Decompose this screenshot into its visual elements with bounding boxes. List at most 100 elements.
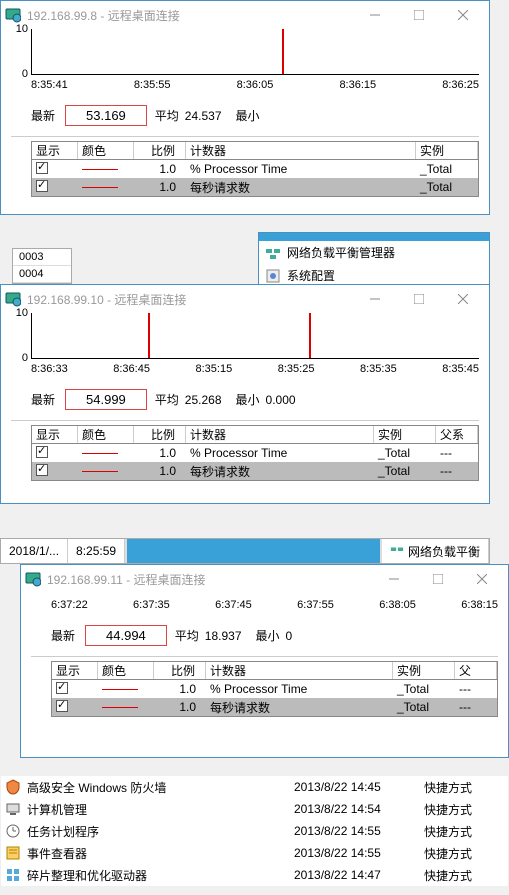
minimize-button[interactable]	[353, 1, 397, 29]
xticks: 6:37:22 6:37:35 6:37:45 6:37:55 6:38:05 …	[51, 599, 498, 611]
col-show[interactable]: 显示	[32, 426, 78, 443]
col-counter[interactable]: 计数器	[186, 142, 416, 159]
col-scale[interactable]: 比例	[134, 142, 186, 159]
file-name: 任务计划程序	[27, 823, 294, 840]
titlebar[interactable]: 192.168.99.10 - 远程桌面连接	[1, 285, 489, 313]
file-row[interactable]: 计算机管理 2013/8/22 14:54 快捷方式	[1, 798, 508, 820]
col-color[interactable]: 颜色	[78, 426, 134, 443]
file-type: 快捷方式	[424, 801, 504, 818]
col-counter[interactable]: 计数器	[206, 662, 393, 679]
stat-value-avg: 18.937	[205, 629, 242, 643]
cell-instance: _Total	[393, 700, 455, 714]
cell-scale: 1.0	[154, 682, 206, 696]
grid-header[interactable]: 显示 颜色 比例 计数器 实例 父系	[32, 426, 478, 444]
file-name: 高级安全 Windows 防火墙	[27, 779, 294, 796]
task-strip: 2018/1/... 8:25:59 网络负载平衡	[0, 538, 490, 564]
cell-scale: 1.0	[134, 180, 186, 194]
bottom-file-list: 高级安全 Windows 防火墙 2013/8/22 14:45 快捷方式 计算…	[1, 776, 508, 886]
grid-row[interactable]: 1.0 % Processor Time _Total	[32, 160, 478, 178]
file-type: 快捷方式	[424, 867, 504, 884]
close-button[interactable]	[460, 565, 504, 593]
xtick: 8:36:05	[237, 79, 274, 91]
stats-row: 最新 44.994 平均 18.937 最小 0	[21, 619, 508, 656]
num-item[interactable]: 0004	[13, 266, 71, 283]
cell-counter: 每秒请求数	[206, 699, 393, 716]
xtick: 8:35:55	[134, 79, 171, 91]
titlebar[interactable]: 192.168.99.8 - 远程桌面连接	[1, 1, 489, 29]
col-parent[interactable]: 父	[455, 662, 497, 679]
xtick: 8:36:33	[31, 363, 68, 375]
color-swatch	[82, 471, 118, 472]
cell-scale: 1.0	[154, 700, 206, 714]
grid-row[interactable]: 1.0 每秒请求数 _Total ---	[32, 462, 478, 480]
file-type: 快捷方式	[424, 823, 504, 840]
mid-strip: 网络负载平衡管理器 系统配置	[258, 232, 490, 288]
xtick: 8:36:45	[113, 363, 150, 375]
stats-row: 最新 53.169 平均 24.537 最小	[1, 99, 489, 136]
task-scheduler-icon	[5, 823, 21, 839]
show-checkbox[interactable]	[36, 180, 48, 192]
rdp-window-1: 192.168.99.8 - 远程桌面连接 10 0 8:35:41 8:35:…	[0, 0, 490, 215]
mid-item-nlb[interactable]: 网络负载平衡管理器	[259, 241, 489, 264]
show-checkbox[interactable]	[56, 700, 68, 712]
xticks: 8:35:41 8:35:55 8:36:05 8:36:15 8:36:25	[31, 79, 479, 91]
ytick: 0	[8, 352, 28, 364]
show-checkbox[interactable]	[36, 446, 48, 458]
close-button[interactable]	[441, 1, 485, 29]
cell-parent: ---	[436, 446, 478, 460]
xtick: 6:37:55	[297, 599, 334, 611]
grid-header[interactable]: 显示 颜色 比例 计数器 实例 父	[52, 662, 497, 680]
xtick: 6:37:22	[51, 599, 88, 611]
col-instance[interactable]: 实例	[374, 426, 436, 443]
titlebar[interactable]: 192.168.99.11 - 远程桌面连接	[21, 565, 508, 593]
col-scale[interactable]: 比例	[154, 662, 206, 679]
col-instance[interactable]: 实例	[393, 662, 455, 679]
perf-chart: 10 0	[31, 29, 479, 75]
color-swatch	[82, 453, 118, 454]
show-checkbox[interactable]	[56, 682, 68, 694]
counter-grid: 显示 颜色 比例 计数器 实例 父系 1.0 % Processor Time …	[31, 425, 479, 481]
grid-row[interactable]: 1.0 每秒请求数 _Total ---	[52, 698, 497, 716]
col-show[interactable]: 显示	[52, 662, 98, 679]
stat-label-min: 最小	[236, 391, 260, 408]
xticks: 8:36:33 8:36:45 8:35:15 8:35:25 8:35:35 …	[31, 363, 479, 375]
cell-scale: 1.0	[134, 162, 186, 176]
stat-label-min: 最小	[256, 627, 280, 644]
nlb-icon	[390, 544, 404, 558]
task-nlb[interactable]: 网络负载平衡	[382, 539, 489, 563]
col-color[interactable]: 颜色	[98, 662, 154, 679]
file-row[interactable]: 事件查看器 2013/8/22 14:55 快捷方式	[1, 842, 508, 864]
col-scale[interactable]: 比例	[134, 426, 186, 443]
minimize-button[interactable]	[353, 285, 397, 313]
col-counter[interactable]: 计数器	[186, 426, 374, 443]
show-checkbox[interactable]	[36, 162, 48, 174]
col-show[interactable]: 显示	[32, 142, 78, 159]
file-row[interactable]: 任务计划程序 2013/8/22 14:55 快捷方式	[1, 820, 508, 842]
grid-row[interactable]: 1.0 % Processor Time _Total ---	[52, 680, 497, 698]
maximize-button[interactable]	[397, 1, 441, 29]
stat-label-latest: 最新	[31, 107, 55, 124]
col-parent[interactable]: 父系	[436, 426, 478, 443]
col-instance[interactable]: 实例	[416, 142, 478, 159]
grid-row[interactable]: 1.0 每秒请求数 _Total	[32, 178, 478, 196]
grid-header[interactable]: 显示 颜色 比例 计数器 实例	[32, 142, 478, 160]
close-button[interactable]	[441, 285, 485, 313]
maximize-button[interactable]	[416, 565, 460, 593]
remote-desktop-icon	[25, 571, 41, 587]
window-title: 192.168.99.8 - 远程桌面连接	[27, 7, 353, 24]
minimize-button[interactable]	[372, 565, 416, 593]
grid-row[interactable]: 1.0 % Processor Time _Total ---	[32, 444, 478, 462]
file-date: 2013/8/22 14:45	[294, 780, 424, 794]
rdp-window-3: 192.168.99.11 - 远程桌面连接 6:37:22 6:37:35 6…	[20, 564, 509, 758]
col-color[interactable]: 颜色	[78, 142, 134, 159]
show-checkbox[interactable]	[36, 464, 48, 476]
ytick: 0	[8, 68, 28, 80]
cell-counter: % Processor Time	[186, 446, 374, 460]
file-row[interactable]: 高级安全 Windows 防火墙 2013/8/22 14:45 快捷方式	[1, 776, 508, 798]
num-item[interactable]: 0003	[13, 249, 71, 266]
stat-value-latest: 54.999	[65, 389, 147, 410]
color-swatch	[102, 689, 138, 690]
maximize-button[interactable]	[397, 285, 441, 313]
file-row[interactable]: 碎片整理和优化驱动器 2013/8/22 14:47 快捷方式	[1, 864, 508, 886]
stat-label-latest: 最新	[51, 627, 75, 644]
